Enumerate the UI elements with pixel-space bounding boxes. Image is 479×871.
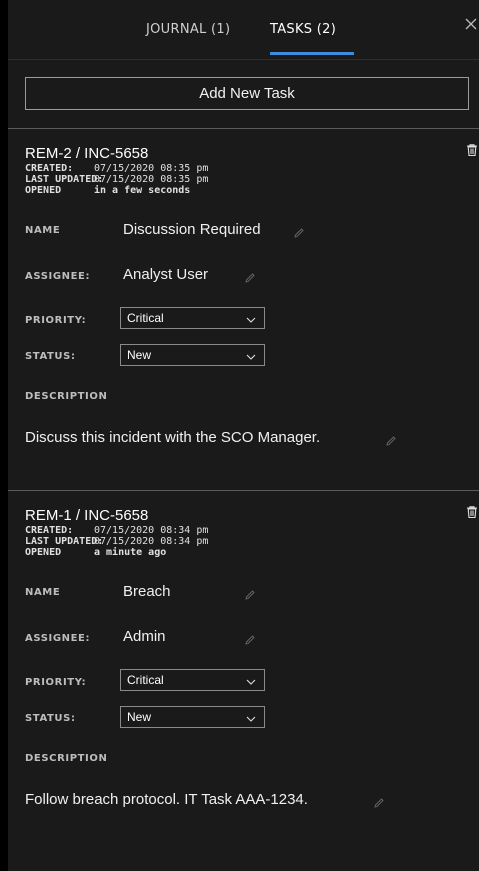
description-label: DESCRIPTION [25, 391, 108, 402]
edit-name-pencil-icon[interactable] [245, 587, 255, 600]
last-updated-label: LAST UPDATED: [25, 174, 104, 185]
chevron-down-icon [246, 350, 256, 360]
description-label: DESCRIPTION [25, 753, 108, 764]
task-name: Breach [123, 583, 171, 600]
chevron-down-icon [246, 675, 256, 685]
last-updated-value: 07/15/2020 08:34 pm [94, 536, 209, 547]
priority-label: PRIORITY: [25, 677, 87, 688]
trash-icon[interactable] [467, 505, 477, 519]
priority-label: PRIORITY: [25, 315, 87, 326]
status-select[interactable]: New [120, 344, 265, 366]
divider [8, 490, 479, 491]
created-value: 07/15/2020 08:34 pm [94, 525, 209, 536]
task-description: Discuss this incident with the SCO Manag… [25, 429, 321, 446]
edit-description-pencil-icon[interactable] [374, 795, 384, 808]
tasks-panel: JOURNAL (1) TASKS (2) Add New Task REM-2… [8, 0, 479, 871]
task-description: Follow breach protocol. IT Task AAA-1234… [25, 791, 308, 808]
priority-select[interactable]: Critical [120, 669, 265, 691]
name-label: NAME [25, 587, 61, 598]
task-title: REM-2 / INC-5658 [25, 145, 149, 162]
status-select[interactable]: New [120, 706, 265, 728]
assignee-label: ASSIGNEE: [25, 271, 91, 282]
edit-assignee-pencil-icon[interactable] [245, 270, 255, 283]
active-tab-indicator [270, 52, 354, 55]
edit-name-pencil-icon[interactable] [294, 225, 304, 238]
task-title: REM-1 / INC-5658 [25, 507, 149, 524]
created-label: CREATED: [25, 163, 74, 174]
chevron-down-icon [246, 313, 256, 323]
priority-value: Critical [127, 673, 164, 687]
close-icon[interactable] [465, 18, 479, 34]
created-value: 07/15/2020 08:35 pm [94, 163, 209, 174]
status-label: STATUS: [25, 351, 76, 362]
last-updated-label: LAST UPDATED: [25, 536, 104, 547]
tab-bar: JOURNAL (1) TASKS (2) [8, 0, 479, 60]
tab-journal[interactable]: JOURNAL (1) [146, 22, 230, 37]
task-name: Discussion Required [123, 221, 261, 238]
opened-label: OPENED [25, 547, 62, 558]
add-new-task-button[interactable]: Add New Task [25, 77, 469, 110]
divider [8, 128, 479, 129]
chevron-down-icon [246, 712, 256, 722]
status-label: STATUS: [25, 713, 76, 724]
opened-label: OPENED [25, 185, 62, 196]
created-label: CREATED: [25, 525, 74, 536]
assignee-label: ASSIGNEE: [25, 633, 91, 644]
edit-description-pencil-icon[interactable] [386, 433, 396, 446]
priority-select[interactable]: Critical [120, 307, 265, 329]
trash-icon[interactable] [467, 143, 477, 157]
status-value: New [127, 710, 152, 724]
edit-assignee-pencil-icon[interactable] [245, 632, 255, 645]
name-label: NAME [25, 225, 61, 236]
status-value: New [127, 348, 152, 362]
last-updated-value: 07/15/2020 08:35 pm [94, 174, 209, 185]
task-assignee: Analyst User [123, 266, 209, 283]
tab-tasks[interactable]: TASKS (2) [270, 22, 336, 37]
opened-value: a minute ago [94, 547, 167, 558]
opened-value: in a few seconds [94, 185, 191, 196]
priority-value: Critical [127, 311, 164, 325]
task-assignee: Admin [123, 628, 166, 645]
